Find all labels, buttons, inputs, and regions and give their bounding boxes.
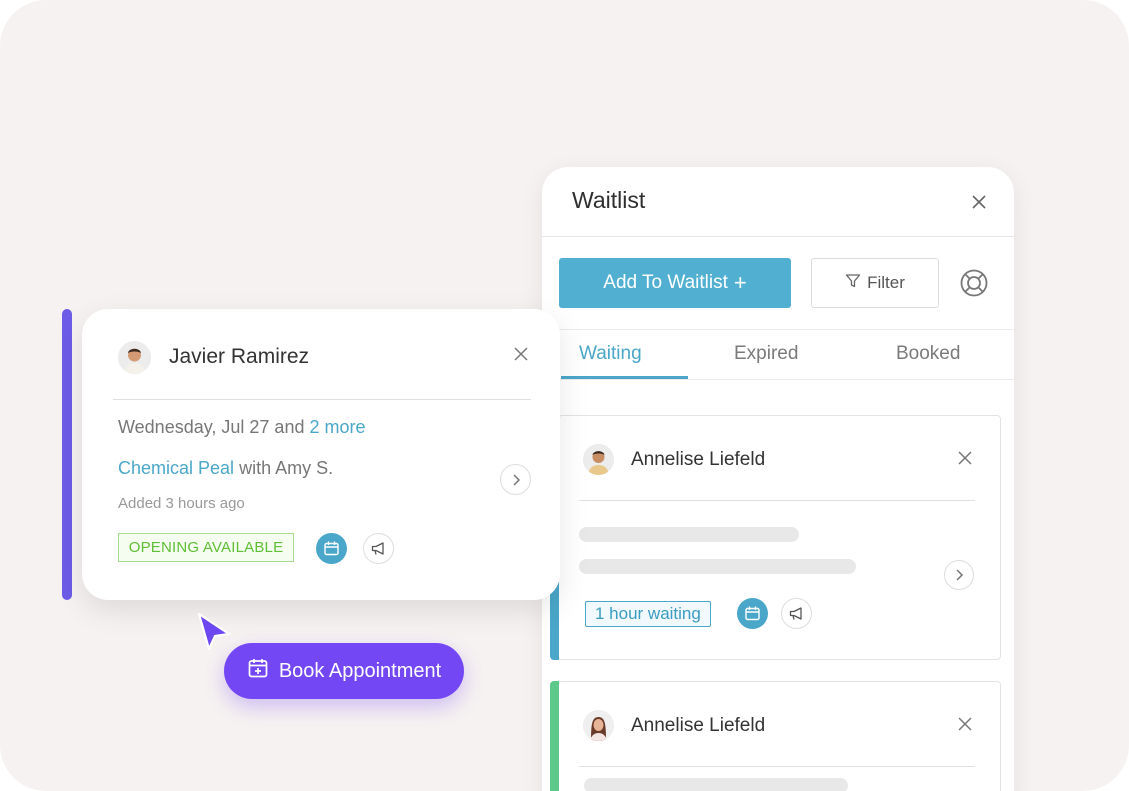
chevron-right-icon[interactable] (500, 464, 531, 495)
megaphone-icon[interactable] (363, 533, 394, 564)
divider (579, 766, 975, 767)
divider (542, 329, 1014, 330)
close-icon[interactable] (956, 715, 974, 733)
entry-accent (550, 681, 559, 791)
avatar (583, 444, 614, 475)
waitlist-entry[interactable]: Annelise Liefeld (550, 681, 1001, 791)
avatar (118, 341, 151, 374)
calendar-icon[interactable] (737, 598, 768, 629)
lifebuoy-icon[interactable] (959, 268, 989, 298)
tab-expired[interactable]: Expired (734, 343, 798, 365)
filter-icon (845, 273, 861, 294)
chevron-right-icon[interactable] (944, 560, 974, 590)
cursor-icon (196, 612, 232, 652)
appointment-date: Wednesday, Jul 27 and 2 more (118, 417, 366, 438)
entry-name: Annelise Liefeld (631, 449, 766, 470)
status-badge: OPENING AVAILABLE (118, 533, 294, 562)
placeholder-line (579, 527, 799, 542)
divider (542, 236, 1014, 237)
appointment-detail-card: Javier Ramirez Wednesday, Jul 27 and 2 m… (82, 309, 560, 600)
book-appointment-label: Book Appointment (278, 659, 442, 682)
service-link[interactable]: Chemical Peal (118, 458, 234, 478)
date-text: Wednesday, Jul 27 and (118, 417, 305, 437)
plus-icon: + (733, 270, 747, 295)
waitlist-panel: Waitlist Add To Waitlist + Filter Waitin… (542, 167, 1014, 791)
added-time: Added 3 hours ago (118, 495, 245, 512)
megaphone-icon[interactable] (781, 598, 812, 629)
add-to-waitlist-button[interactable]: Add To Waitlist + (559, 258, 791, 308)
close-icon[interactable] (968, 191, 990, 213)
placeholder-line (584, 778, 848, 791)
client-name: Javier Ramirez (169, 345, 310, 368)
waitlist-entry[interactable]: Annelise Liefeld 1 hour waiting (550, 415, 1001, 660)
divider (113, 399, 531, 400)
tab-waiting[interactable]: Waiting (579, 343, 642, 365)
avatar (583, 710, 614, 741)
divider (579, 500, 975, 501)
more-dates-link[interactable]: 2 more (309, 417, 365, 437)
placeholder-line (579, 559, 856, 574)
entry-name: Annelise Liefeld (631, 715, 766, 736)
calendar-plus-icon (247, 657, 269, 685)
waiting-time-badge: 1 hour waiting (585, 601, 711, 627)
provider-text: with Amy S. (239, 458, 334, 478)
service-line: Chemical Peal with Amy S. (118, 458, 333, 479)
tab-booked[interactable]: Booked (896, 343, 960, 365)
divider (542, 379, 1014, 380)
panel-title: Waitlist (572, 187, 646, 213)
filter-label: Filter (867, 273, 905, 292)
add-to-waitlist-label: Add To Waitlist (603, 272, 728, 293)
close-icon[interactable] (512, 345, 530, 363)
calendar-icon[interactable] (316, 533, 347, 564)
book-appointment-button[interactable]: Book Appointment (224, 643, 464, 699)
card-accent (62, 309, 72, 600)
close-icon[interactable] (956, 449, 974, 467)
filter-button[interactable]: Filter (811, 258, 939, 308)
